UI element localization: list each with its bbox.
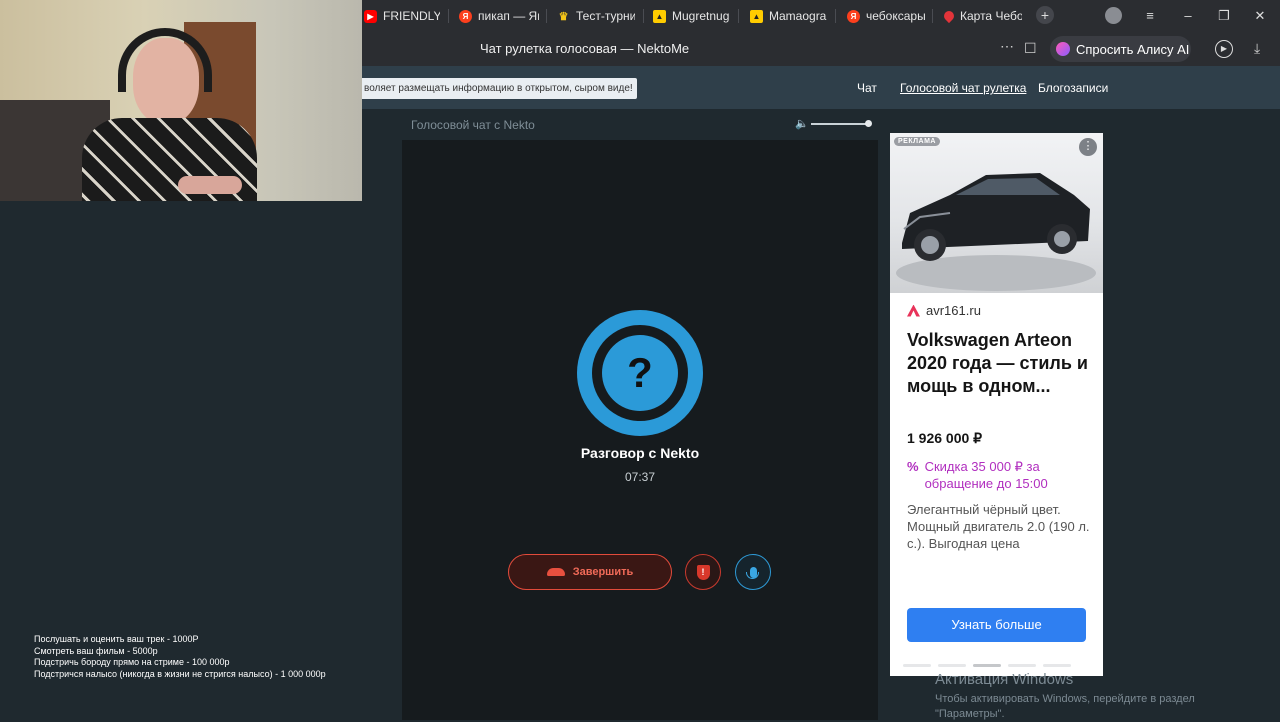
ad-domain: avr161.ru xyxy=(926,303,981,318)
new-tab-plus-icon[interactable]: + xyxy=(1036,6,1054,24)
car-illustration xyxy=(896,173,1096,291)
watermark-line: Чтобы активировать Windows, перейдите в … xyxy=(935,693,1195,705)
chat-title: Голосовой чат с Nekto xyxy=(411,118,535,132)
carousel-dot[interactable] xyxy=(1008,664,1036,667)
nav-link-blog[interactable]: Блогозаписи xyxy=(1038,81,1108,95)
donation-item: Подстричь бороду прямо на стриме - 100 0… xyxy=(34,657,230,667)
browser-tab[interactable]: ▲ Mugretnug xyxy=(653,4,729,28)
carousel-dot[interactable] xyxy=(903,664,931,667)
nav-link-chat[interactable]: Чат xyxy=(857,81,877,95)
browser-tab[interactable]: Карта Чебо xyxy=(944,4,1022,28)
tab-label: Mamaogra xyxy=(769,9,827,23)
browser-tab[interactable]: Я чебоксары xyxy=(847,4,925,28)
ad-more-icon[interactable]: ⋮ xyxy=(1079,138,1097,156)
nav-link-voice-roulette[interactable]: Голосовой чат рулетка xyxy=(900,81,1026,95)
ad-price: 1 926 000 ₽ xyxy=(907,430,983,446)
microphone-icon xyxy=(745,566,759,579)
percent-icon: % xyxy=(907,459,919,474)
download-icon[interactable]: ⤓ xyxy=(1254,40,1260,57)
ad-discount-text: Скидка 35 000 ₽ за обращение до 15:00 xyxy=(924,459,1048,491)
crown-icon: ♛ xyxy=(558,10,569,23)
yandex-games-icon: ▲ xyxy=(653,9,666,23)
more-dots-icon[interactable]: ⋯ xyxy=(1000,38,1014,55)
advertiser-logo-icon xyxy=(907,304,920,317)
end-call-button[interactable]: Завершить xyxy=(508,554,672,590)
minimize-icon[interactable]: – xyxy=(1178,6,1198,26)
yandex-icon: Я xyxy=(459,9,472,23)
shield-alert-icon: ! xyxy=(696,564,710,580)
yandex-games-icon: ▲ xyxy=(750,9,763,23)
streamer-hands xyxy=(178,176,242,194)
ad-banner[interactable]: РЕКЛАМА ⋮ avr161.ru Volkswagen Arteon 20… xyxy=(890,133,1103,676)
call-panel: ? Разговор с Nekto 07:37 Завершить ! xyxy=(402,140,878,720)
tab-separator xyxy=(932,9,933,23)
tab-separator xyxy=(546,9,547,23)
ad-domain-row[interactable]: avr161.ru xyxy=(907,303,981,318)
ad-badge: РЕКЛАМА xyxy=(894,137,940,146)
conversation-title: Разговор с Nekto xyxy=(580,445,700,461)
ad-carousel-indicator xyxy=(903,664,1071,667)
tab-label: чебоксары xyxy=(866,9,925,23)
donation-item: Подстричся налысо (никогда в жизни не ст… xyxy=(34,668,326,679)
restore-icon[interactable]: ❐ xyxy=(1214,6,1234,26)
browser-tab[interactable]: Я пикап — Ян xyxy=(459,4,539,28)
watermark-title: Активация Windows xyxy=(935,671,1074,688)
carousel-dot[interactable] xyxy=(1043,664,1071,667)
windows-activation-watermark: Активация Windows Чтобы активировать Win… xyxy=(935,671,1195,722)
tab-separator xyxy=(643,9,644,23)
profile-avatar-icon[interactable] xyxy=(1105,7,1122,24)
bookmark-icon[interactable]: ☐ xyxy=(1024,40,1037,57)
notice-banner: воляет размещать информацию в открытом, … xyxy=(358,78,637,99)
map-pin-icon xyxy=(944,8,957,24)
donation-item: Послушать и оценить ваш трек - 1000Р xyxy=(34,634,199,644)
browser-tab[interactable]: ▲ Mamaogra xyxy=(750,4,828,28)
chat-header: Голосовой чат с Nekto 🔈 xyxy=(402,109,878,141)
call-timer: 07:37 xyxy=(624,470,656,484)
donation-price-list: Послушать и оценить ваш трек - 1000Р Смо… xyxy=(34,634,326,680)
tab-label: FRIENDLY T xyxy=(383,9,440,23)
volume-slider-handle[interactable] xyxy=(865,120,872,127)
browser-tab[interactable]: ♛ Тест-турни xyxy=(557,4,635,28)
avatar-ring: ? xyxy=(592,325,688,421)
ad-discount: % Скидка 35 000 ₽ за обращение до 15:00 xyxy=(907,458,1075,492)
question-mark-icon: ? xyxy=(602,335,678,411)
ask-alice-label: Спросить Алису AI xyxy=(1076,41,1190,57)
play-icon[interactable]: ▶ xyxy=(1215,40,1233,58)
tab-label: пикап — Ян xyxy=(478,9,539,23)
ad-title[interactable]: Volkswagen Arteon 2020 года — стиль и мо… xyxy=(907,329,1092,398)
ad-learn-more-button[interactable]: Узнать больше xyxy=(907,608,1086,642)
partner-avatar: ? xyxy=(577,310,703,436)
tab-label: Тест-турни xyxy=(576,9,635,23)
tab-label: Mugretnug xyxy=(672,9,729,23)
carousel-dot-active[interactable] xyxy=(973,664,1001,667)
carousel-dot[interactable] xyxy=(938,664,966,667)
report-button[interactable]: ! xyxy=(685,554,721,590)
ad-car-image[interactable]: РЕКЛАМА ⋮ xyxy=(890,133,1103,293)
page-title[interactable]: Чат рулетка голосовая — NektoMe xyxy=(480,41,689,56)
browser-tab[interactable]: ▶ FRIENDLY T xyxy=(364,4,440,28)
alice-icon xyxy=(1056,42,1070,56)
volume-slider[interactable] xyxy=(811,123,869,125)
ask-alice-button[interactable]: Спросить Алису AI xyxy=(1050,36,1191,62)
volume-icon[interactable]: 🔈 xyxy=(795,117,809,130)
tab-label: Карта Чебо xyxy=(960,9,1022,23)
ad-description: Элегантный чёрный цвет. Мощный двигатель… xyxy=(907,502,1090,551)
end-call-label: Завершить xyxy=(572,566,634,578)
tab-separator xyxy=(835,9,836,23)
tab-separator xyxy=(738,9,739,23)
close-icon[interactable]: ✕ xyxy=(1250,6,1270,26)
youtube-icon: ▶ xyxy=(364,9,377,23)
tab-separator xyxy=(448,9,449,23)
hang-up-phone-icon xyxy=(546,568,565,576)
menu-hamburger-icon[interactable]: ≡ xyxy=(1140,6,1160,26)
donation-item: Смотреть ваш фильм - 5000р xyxy=(34,645,158,656)
microphone-button[interactable] xyxy=(735,554,771,590)
yandex-icon: Я xyxy=(847,9,860,23)
streamer-webcam xyxy=(0,0,362,201)
